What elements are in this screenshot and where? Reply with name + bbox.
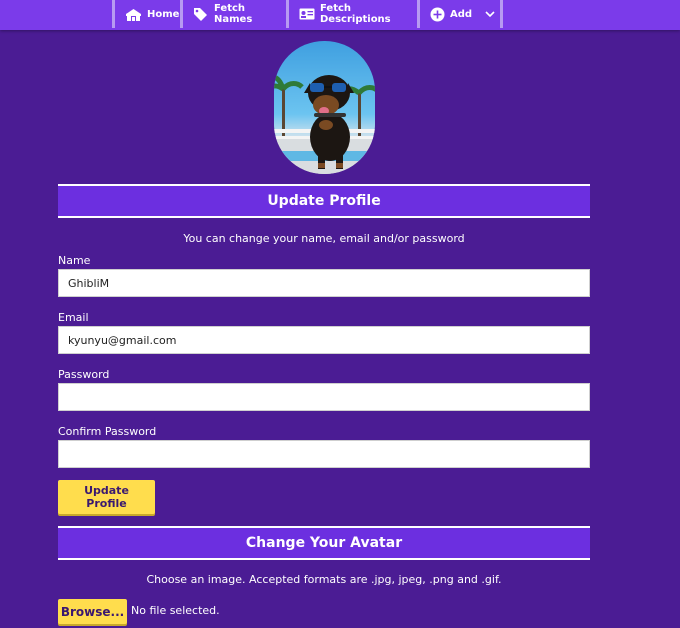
password-label: Password [58,368,110,381]
browse-button[interactable]: Browse... [58,599,127,624]
name-input[interactable] [58,269,590,297]
update-profile-hint: You can change your name, email and/or p… [183,232,465,245]
email-input[interactable] [58,326,590,354]
file-status: No file selected. [131,604,220,617]
change-avatar-header: Change Your Avatar [58,526,590,560]
update-profile-title: Update Profile [267,193,381,209]
nav-fetch-names[interactable]: Fetch Names [183,0,289,28]
nav-add-dropdown[interactable]: Add [420,0,503,28]
tags-icon [193,7,209,21]
top-navigation: Home Fetch Names Fetch Descriptions Add [0,0,680,30]
email-label: Email [58,311,89,324]
change-avatar-hint: Choose an image. Accepted formats are .j… [146,573,502,586]
change-avatar-title: Change Your Avatar [245,535,403,551]
profile-avatar [274,41,375,174]
update-profile-button[interactable]: Update Profile [58,480,155,514]
nav-fetch-descriptions[interactable]: Fetch Descriptions [289,0,420,28]
nav-home-label: Home [147,8,180,20]
name-label: Name [58,254,91,267]
update-profile-header: Update Profile [58,184,590,218]
home-icon [125,8,142,21]
nav-fetch-descriptions-label: Fetch Descriptions [320,3,391,25]
password-input[interactable] [58,383,590,411]
confirm-password-label: Confirm Password [58,425,157,438]
plus-circle-icon [430,7,445,22]
nav-fetch-names-label: Fetch Names [214,3,253,25]
id-card-icon [299,8,315,20]
nav-home[interactable]: Home [112,0,183,28]
confirm-password-input[interactable] [58,440,590,468]
nav-add-label: Add [450,8,473,20]
chevron-down-icon [485,10,495,18]
